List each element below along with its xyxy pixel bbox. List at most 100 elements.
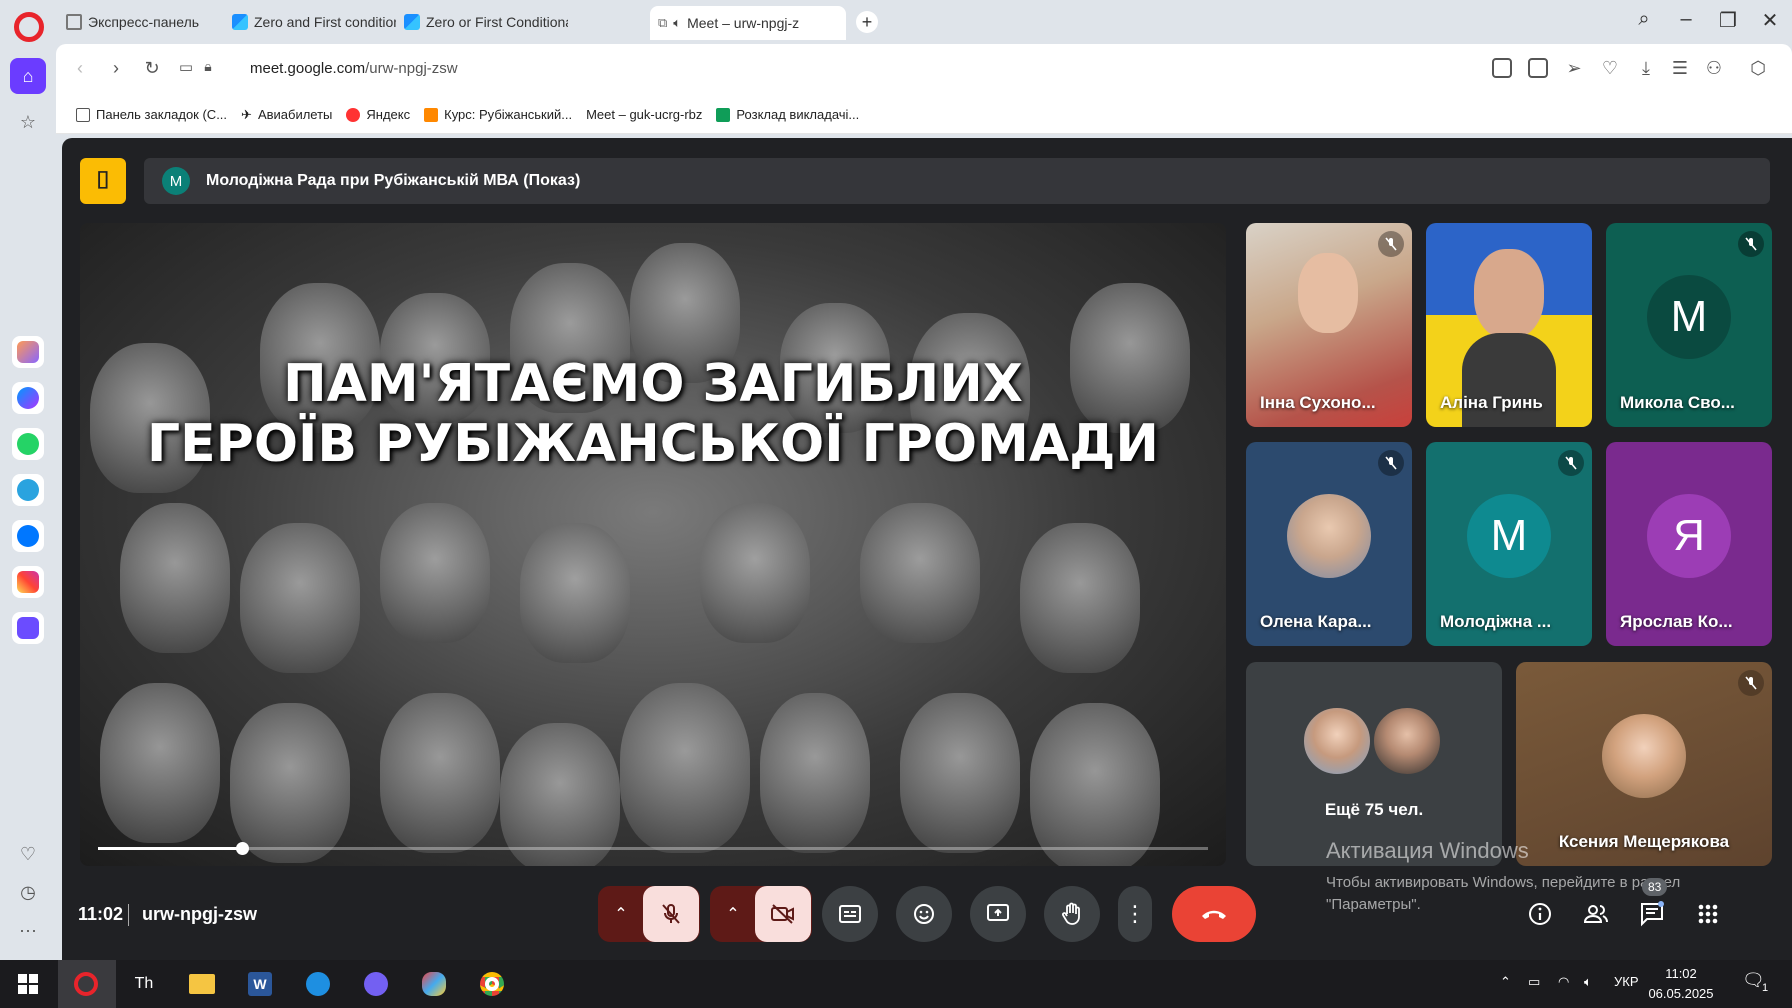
- portrait-photo: [760, 693, 870, 853]
- video-options-chevron-icon[interactable]: ⌃: [711, 904, 755, 924]
- bookmark-yandex[interactable]: Яндекс: [346, 107, 410, 122]
- history-icon[interactable]: ◷: [16, 882, 40, 903]
- taskbar-clock[interactable]: 11:02 06.05.2025: [1636, 964, 1726, 1004]
- instagram-icon[interactable]: [12, 566, 44, 598]
- star-icon[interactable]: ☆: [16, 112, 40, 133]
- url-field[interactable]: meet.google.com/urw-npgj-zsw: [250, 60, 458, 77]
- language-indicator[interactable]: УКР: [1614, 974, 1639, 989]
- meet-logo-icon[interactable]: ⌷: [80, 158, 126, 204]
- participant-name: Аліна Гринь: [1440, 393, 1543, 412]
- snapshot-icon[interactable]: [1528, 58, 1548, 78]
- raise-hand-button[interactable]: [1044, 886, 1100, 942]
- bookmark-meet[interactable]: Meet – guk-ucrg-rbz: [118, 107, 1792, 1008]
- home-icon[interactable]: ⌂: [10, 58, 46, 94]
- participant-tile[interactable]: Ксения Мещерякова: [1516, 662, 1772, 866]
- aria-icon[interactable]: [12, 336, 44, 368]
- picture-in-picture-icon[interactable]: ⧉: [658, 15, 667, 31]
- back-button[interactable]: ‹: [68, 58, 92, 79]
- portrait-photo: [120, 503, 230, 653]
- participant-count-badge: 83: [1642, 878, 1668, 896]
- activities-button[interactable]: [1692, 898, 1724, 930]
- people-icon: [1583, 905, 1608, 923]
- participant-tile[interactable]: Я Ярослав Ко...: [1606, 442, 1772, 646]
- edit-icon[interactable]: [1492, 58, 1512, 78]
- speaker-icon[interactable]: 🔈︎: [673, 15, 681, 31]
- messenger-icon[interactable]: [12, 382, 44, 414]
- reactions-button[interactable]: [896, 886, 952, 942]
- heart-icon[interactable]: ♡: [1598, 58, 1622, 79]
- tab-label: Zero or First Conditional -: [426, 14, 568, 30]
- new-tab-button[interactable]: +: [856, 11, 878, 33]
- viber-icon[interactable]: [360, 968, 392, 1000]
- portrait-photo: [240, 523, 360, 673]
- battery-icon[interactable]: ▭: [1528, 974, 1540, 990]
- heart-icon[interactable]: ♡: [16, 844, 40, 865]
- music-player-icon[interactable]: [12, 612, 44, 644]
- meeting-details-button[interactable]: [1524, 898, 1556, 930]
- participant-video: [1298, 253, 1358, 333]
- presentation-bar: М Молодіжна Рада при Рубіжанській МВА (П…: [144, 158, 1770, 204]
- tab-zero-first-conditional[interactable]: Zero and First conditional: [224, 6, 396, 38]
- participant-tile[interactable]: Олена Кара...: [1246, 442, 1412, 646]
- mic-toggle-button[interactable]: [643, 886, 699, 942]
- whatsapp-icon[interactable]: [12, 428, 44, 460]
- download-icon[interactable]: ⤓: [1634, 58, 1658, 79]
- present-screen-button[interactable]: [970, 886, 1026, 942]
- paint-app-icon[interactable]: [418, 968, 450, 1000]
- audio-options-chevron-icon[interactable]: ⌃: [599, 904, 643, 924]
- participant-name: Микола Сво...: [1620, 393, 1735, 412]
- captions-button[interactable]: [822, 886, 878, 942]
- presentation-stage[interactable]: ПАМ'ЯТАЄМО ЗАГИБЛИХ ГЕРОЇВ РУБІЖАНСЬКОЇ …: [80, 223, 1226, 866]
- opera-taskbar-icon[interactable]: [70, 968, 102, 1000]
- participant-tile[interactable]: М Молодіжна ...: [1426, 442, 1592, 646]
- chrome-icon[interactable]: [476, 968, 508, 1000]
- slide-title-line1: ПАМ'ЯТАЄМО ЗАГИБЛИХ: [283, 354, 1023, 414]
- camera-toggle-button[interactable]: [755, 886, 811, 942]
- more-options-button[interactable]: ⋮: [1118, 886, 1152, 942]
- text-app-icon[interactable]: Th: [128, 968, 160, 1000]
- vk-icon[interactable]: [12, 520, 44, 552]
- slide-progress-knob[interactable]: [236, 842, 250, 855]
- file-explorer-icon[interactable]: [186, 968, 218, 1000]
- windows-start-icon[interactable]: [12, 968, 44, 1000]
- minimize-button[interactable]: –: [1666, 8, 1706, 31]
- reload-button[interactable]: ↻: [140, 58, 164, 79]
- leave-call-button[interactable]: [1172, 886, 1256, 942]
- profile-icon[interactable]: ⚇: [1702, 58, 1726, 79]
- tab-speed-dial[interactable]: Экспресс-панель: [58, 6, 224, 38]
- camera-permission-icon[interactable]: ▭: [174, 58, 198, 76]
- maximize-button[interactable]: ❐: [1708, 8, 1748, 33]
- bookmark-flights[interactable]: ✈ Авиабилеты: [241, 107, 332, 123]
- send-icon[interactable]: ➢: [1562, 58, 1586, 79]
- bookmark-course[interactable]: Курс: Рубіжанський...: [424, 107, 572, 122]
- participant-tile[interactable]: Аліна Гринь: [1426, 223, 1592, 427]
- tab-meet[interactable]: ⧉ 🔈︎ Meet – urw-npgj-z: [650, 6, 846, 40]
- close-window-button[interactable]: ✕: [1750, 8, 1790, 33]
- forward-button[interactable]: ›: [104, 58, 128, 79]
- participant-tile[interactable]: Інна Сухоно...: [1246, 223, 1412, 427]
- easy-setup-icon[interactable]: ☰: [1668, 58, 1692, 79]
- network-app-icon[interactable]: [302, 968, 334, 1000]
- slide-title-line2: ГЕРОЇВ РУБІЖАНСЬКОЇ ГРОМАДИ: [147, 414, 1159, 474]
- lock-icon[interactable]: 🔒︎: [196, 58, 220, 75]
- participant-tile[interactable]: М Микола Сво...: [1606, 223, 1772, 427]
- tray-chevron-icon[interactable]: ⌃: [1500, 974, 1511, 990]
- slide-progress-bar[interactable]: [98, 842, 1208, 855]
- bookmark-schedule[interactable]: Розклад викладачі...: [716, 107, 859, 122]
- people-button[interactable]: [1580, 898, 1612, 930]
- more-participants-tile[interactable]: Ещё 75 чел.: [1246, 662, 1502, 866]
- hang-up-icon: [1202, 910, 1226, 919]
- notification-count: 1: [1762, 982, 1769, 994]
- telegram-icon[interactable]: [12, 474, 44, 506]
- tab-zero-or-first-conditional[interactable]: Zero or First Conditional -: [396, 6, 568, 38]
- search-tabs-icon[interactable]: ⌕: [1624, 8, 1664, 31]
- volume-icon[interactable]: 🔈︎: [1584, 974, 1592, 990]
- extensions-icon[interactable]: ⬡: [1746, 58, 1770, 79]
- windows-taskbar: Th W ⌃ ▭ ◠ 🔈︎ УКР 11:02 06.05.2025 🗨︎ 1: [0, 960, 1792, 1008]
- bookmark-folder[interactable]: Панель закладок (С...: [76, 107, 227, 122]
- more-icon[interactable]: ···: [16, 920, 40, 941]
- word-icon[interactable]: W: [244, 968, 276, 1000]
- opera-logo-icon[interactable]: [14, 12, 44, 42]
- wifi-icon[interactable]: ◠: [1558, 974, 1569, 990]
- chat-button[interactable]: [1636, 898, 1668, 930]
